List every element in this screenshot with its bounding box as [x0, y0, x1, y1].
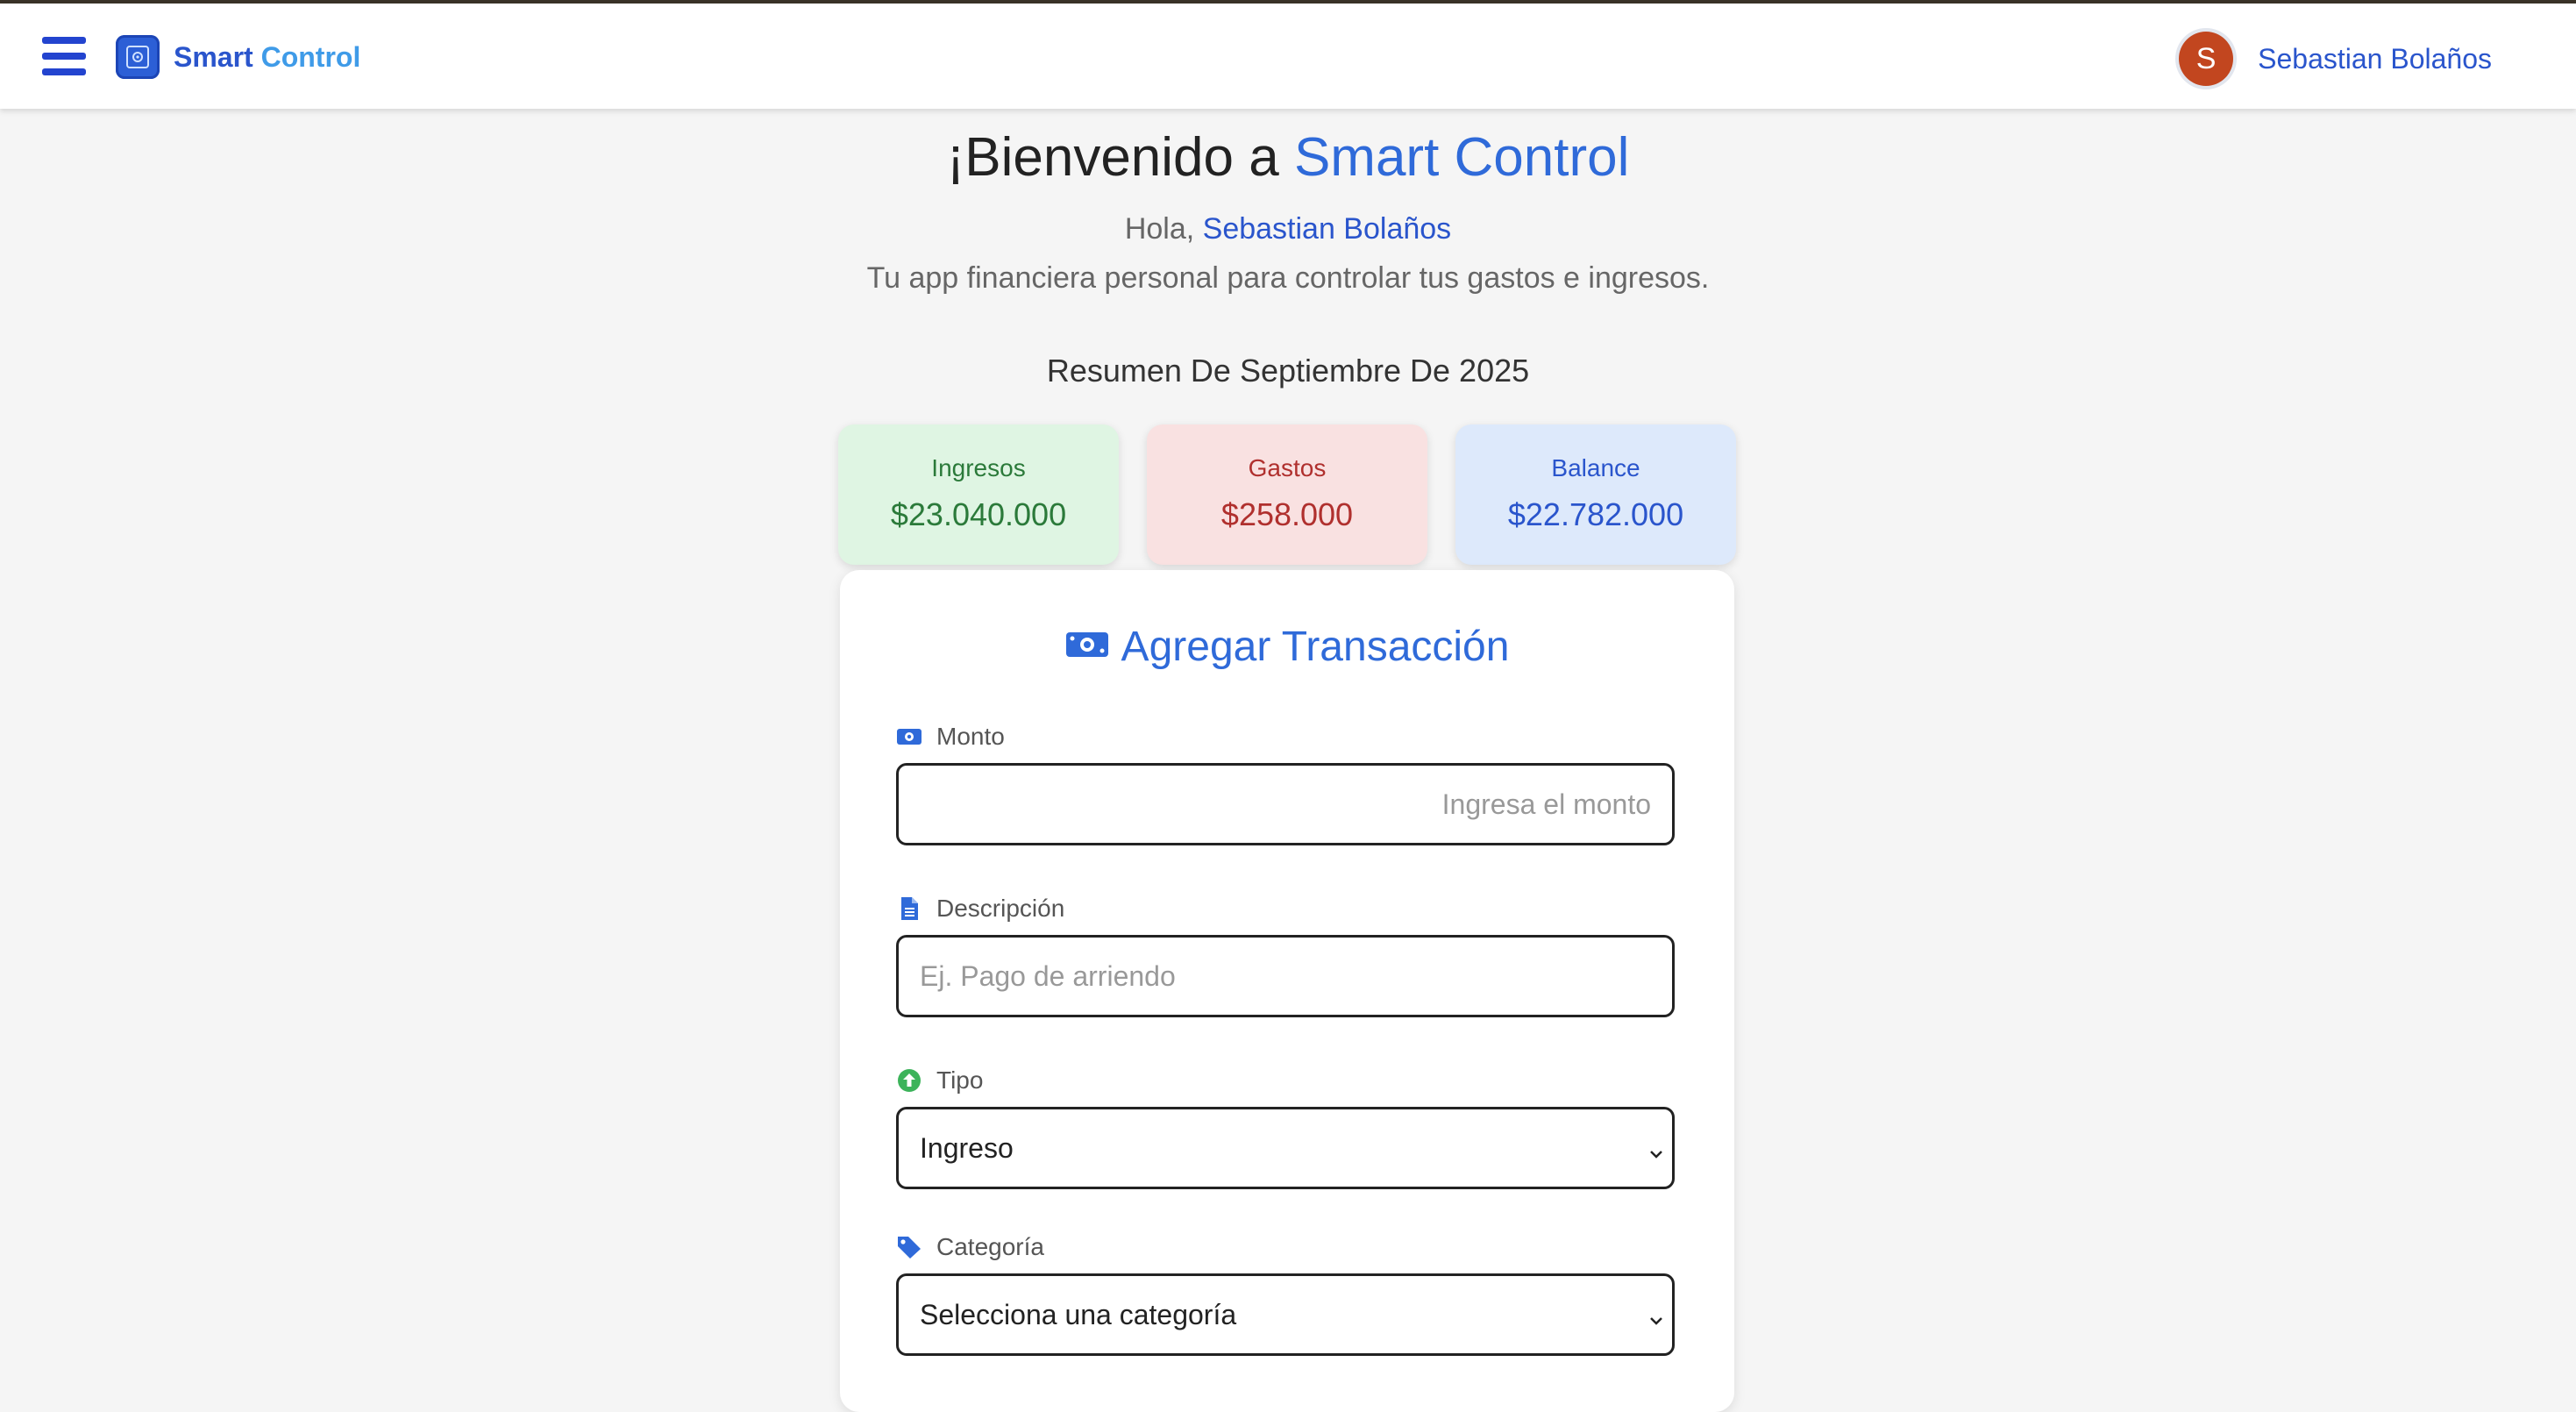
balance-card: Balance $22.782.000 — [1455, 424, 1736, 565]
brand-name: Smart Control — [174, 41, 360, 74]
amount-input[interactable] — [896, 763, 1675, 845]
income-label: Ingresos — [931, 454, 1026, 481]
title-prefix: ¡Bienvenido a — [946, 127, 1294, 188]
balance-value: $22.782.000 — [1507, 496, 1684, 532]
brand-name-secondary: Control — [260, 40, 361, 73]
navbar: Smart Control S Sebastian Bolaños — [0, 4, 2576, 109]
amount-label: Monto — [896, 723, 1005, 751]
chevron-down-icon — [1647, 1304, 1665, 1337]
summary-title: Resumen De Septiembre De 2025 — [1046, 353, 1530, 389]
type-label: Tipo — [896, 1066, 983, 1095]
expense-card: Gastos $258.000 — [1147, 424, 1427, 565]
file-text-icon — [896, 895, 922, 922]
balance-label: Balance — [1551, 454, 1640, 481]
user-menu[interactable]: S Sebastian Bolaños — [2179, 28, 2492, 89]
type-select[interactable]: Ingreso — [896, 1107, 1675, 1189]
expense-value: $258.000 — [1220, 496, 1354, 532]
greeting: Hola, Sebastian Bolaños — [0, 212, 2576, 246]
form-title: Agregar Transacción — [840, 623, 1734, 671]
user-name[interactable]: Sebastian Bolaños — [2258, 43, 2492, 75]
brand-logo[interactable]: Smart Control — [116, 33, 360, 81]
chevron-down-icon — [1647, 1137, 1665, 1170]
income-value: $23.040.000 — [890, 496, 1067, 532]
page-title: ¡Bienvenido a Smart Control — [0, 126, 2576, 189]
description-input[interactable] — [896, 935, 1675, 1017]
type-select-value: Ingreso — [920, 1131, 1014, 1164]
avatar[interactable]: S — [2179, 32, 2234, 86]
description-label-text: Descripción — [936, 895, 1065, 922]
arrow-up-circle-icon — [896, 1067, 922, 1094]
transaction-form: Agregar Transacción Monto Descripción — [840, 570, 1734, 1412]
money-bill-icon — [896, 724, 922, 750]
money-bill-icon — [1065, 630, 1109, 664]
greeting-prefix: Hola, — [1124, 212, 1203, 246]
income-card: Ingresos $23.040.000 — [838, 424, 1119, 565]
tag-icon — [896, 1234, 922, 1260]
form-title-text: Agregar Transacción — [1121, 624, 1510, 670]
expense-label: Gastos — [1248, 454, 1327, 481]
hamburger-icon[interactable] — [42, 37, 86, 75]
category-label-text: Categoría — [936, 1233, 1044, 1260]
category-select[interactable]: Selecciona una categoría — [896, 1273, 1675, 1356]
safe-logo-icon — [116, 35, 160, 79]
category-select-value: Selecciona una categoría — [920, 1298, 1237, 1330]
amount-label-text: Monto — [936, 723, 1005, 750]
type-label-text: Tipo — [936, 1066, 984, 1094]
brand-name-primary: Smart — [174, 40, 253, 73]
greeting-name: Sebastian Bolaños — [1202, 212, 1452, 246]
description-label: Descripción — [896, 895, 1064, 923]
title-accent: Smart Control — [1293, 127, 1630, 188]
tagline: Tu app financiera personal para controla… — [866, 261, 1710, 295]
category-label: Categoría — [896, 1233, 1044, 1261]
